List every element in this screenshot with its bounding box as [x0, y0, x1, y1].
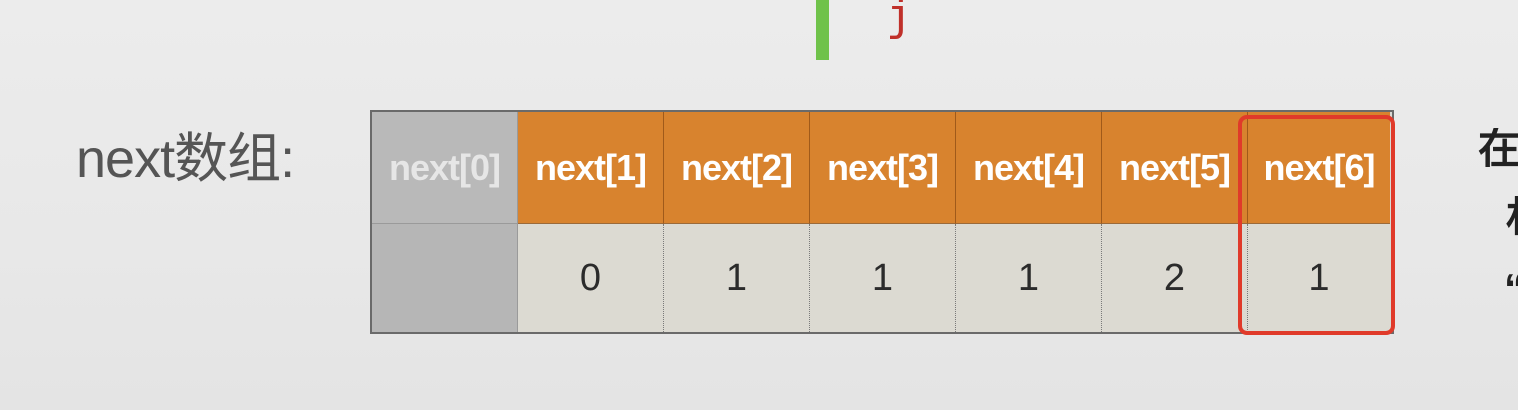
header-cell-3: next[3]: [810, 112, 956, 224]
value-cell-4: 1: [956, 224, 1102, 332]
value-cell-0: [372, 224, 518, 332]
header-cell-2: next[2]: [664, 112, 810, 224]
side-text-2: 材: [1506, 196, 1518, 238]
value-cell-2: 1: [664, 224, 810, 332]
next-array-table: next[0] next[1] next[2] next[3] next[4] …: [370, 110, 1394, 334]
header-cell-4: next[4]: [956, 112, 1102, 224]
header-cell-6: next[6]: [1248, 112, 1390, 224]
pointer-bar: [816, 0, 829, 60]
header-row: next[0] next[1] next[2] next[3] next[4] …: [372, 112, 1390, 224]
pointer-label: j: [886, 0, 913, 41]
value-cell-1: 0: [518, 224, 664, 332]
value-row: 0 1 1 1 2 1: [372, 224, 1390, 332]
header-cell-5: next[5]: [1102, 112, 1248, 224]
value-cell-3: 1: [810, 224, 956, 332]
side-text-3: “: [1504, 268, 1518, 310]
value-cell-5: 2: [1102, 224, 1248, 332]
header-cell-1: next[1]: [518, 112, 664, 224]
side-text-1: 在: [1478, 128, 1518, 170]
value-cell-6: 1: [1248, 224, 1390, 332]
header-cell-0: next[0]: [372, 112, 518, 224]
array-label: next数组:: [76, 129, 295, 189]
